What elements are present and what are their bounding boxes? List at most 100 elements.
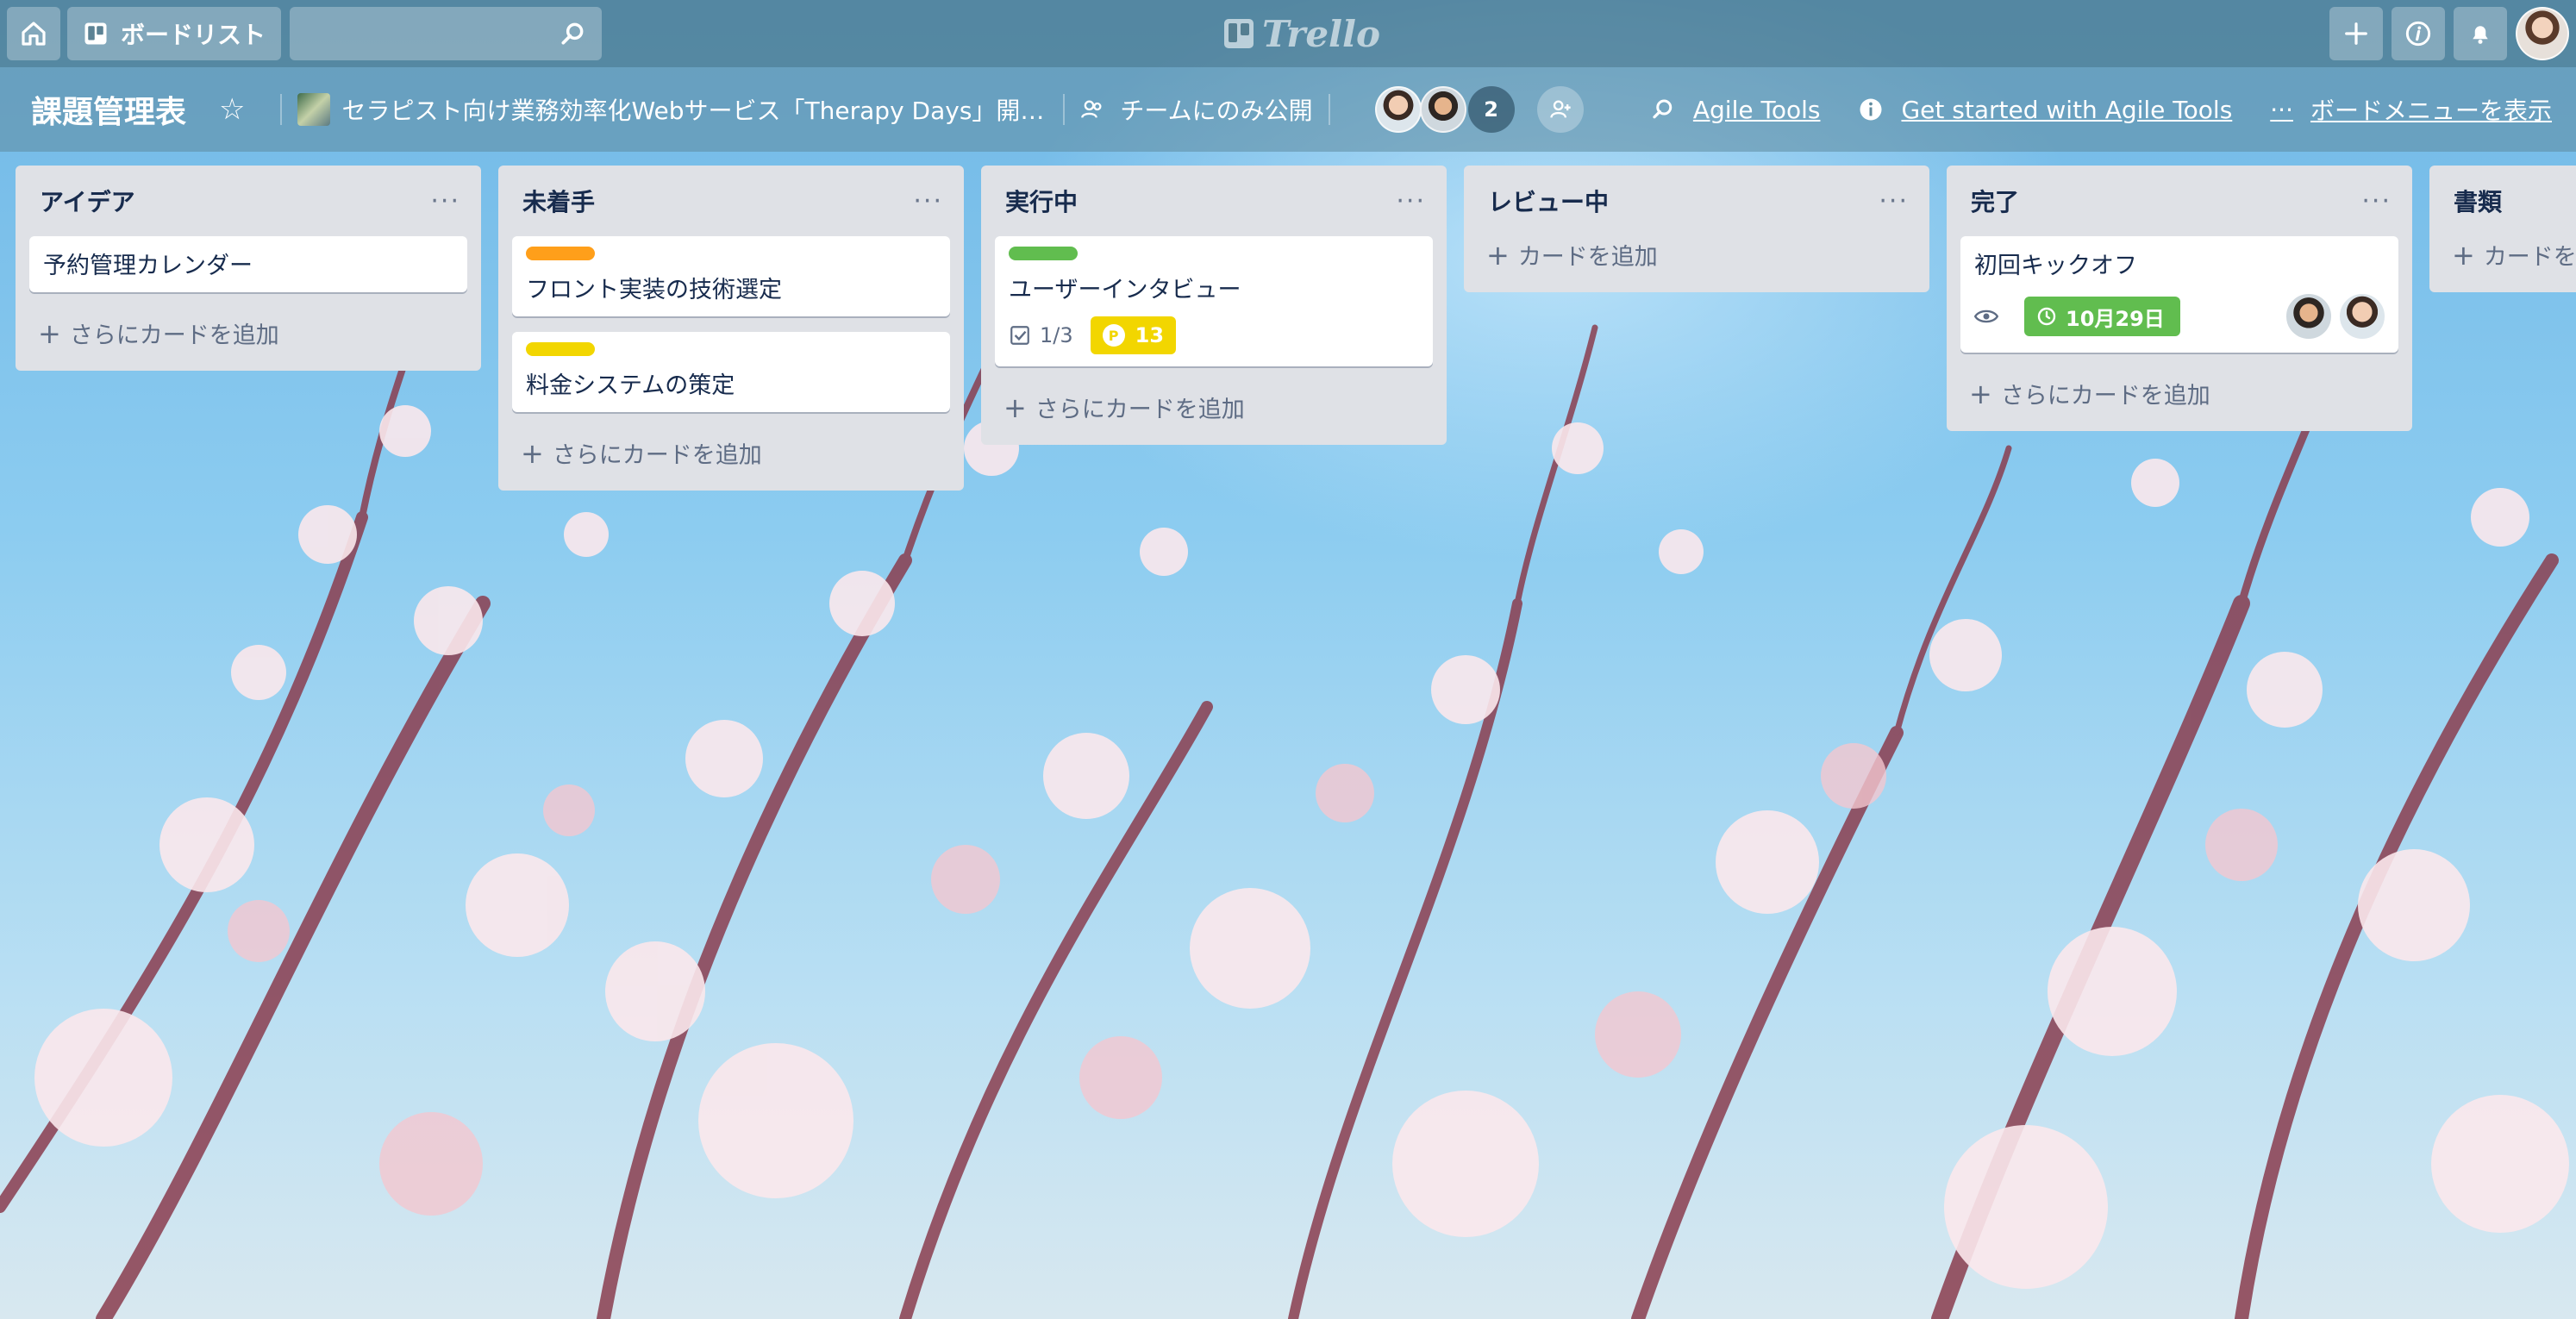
checklist-count: 1/3: [1040, 323, 1073, 347]
list-header[interactable]: レビュー中 ···: [1478, 166, 1916, 236]
list-menu-icon[interactable]: ···: [1396, 186, 1426, 216]
get-started-link[interactable]: Get started with Agile Tools: [1858, 96, 2232, 124]
board-header: 課題管理表 ☆ セラピスト向け業務効率化Webサービス「Therapy Days…: [0, 67, 2576, 152]
list-title[interactable]: 完了: [1971, 184, 2019, 218]
points-icon: P: [1102, 324, 1125, 347]
member-avatar[interactable]: [1419, 86, 1466, 133]
list-title[interactable]: レビュー中: [1488, 184, 1609, 218]
list-menu-icon[interactable]: ···: [2361, 186, 2392, 216]
more-icon: ···: [2270, 95, 2293, 124]
board-title[interactable]: 課題管理表: [31, 87, 186, 132]
card-badges: 1/3 P 13: [1009, 316, 1419, 354]
card-title: 初回キックオフ: [1974, 253, 2137, 279]
plus-icon: +: [1969, 377, 1992, 410]
create-button[interactable]: [2329, 7, 2383, 60]
add-card-button[interactable]: + カードを追加: [2443, 236, 2576, 280]
list-menu-icon[interactable]: ···: [430, 186, 460, 216]
visibility-label: チームにのみ公開: [1120, 97, 1313, 125]
trello-logo[interactable]: Trello: [1224, 10, 1380, 57]
add-member-icon: [1549, 100, 1571, 118]
card[interactable]: 予約管理カレンダー: [29, 236, 467, 292]
card[interactable]: 料金システムの策定: [512, 332, 950, 412]
due-date: 10月29日: [2066, 306, 2165, 331]
boards-icon: [84, 22, 107, 45]
list-title[interactable]: アイデア: [40, 184, 135, 218]
visibility-button[interactable]: チームにのみ公開: [1080, 92, 1313, 127]
agile-tools-button[interactable]: Agile Tools: [1650, 95, 1821, 124]
agile-tools-label: Agile Tools: [1692, 95, 1821, 124]
boards-button[interactable]: ボードリスト: [67, 7, 282, 60]
list-ideas: アイデア ··· 予約管理カレンダー + さらにカードを追加: [16, 166, 481, 371]
board-header-right: Agile Tools Get started with Agile Tools…: [1612, 67, 2552, 152]
board-members: 2: [1374, 86, 1584, 133]
list-menu-icon[interactable]: ···: [1879, 186, 1909, 216]
user-avatar[interactable]: [2516, 7, 2569, 60]
list-header[interactable]: 未着手 ···: [512, 166, 950, 236]
top-navigation-bar: ボードリスト Trello: [0, 0, 2576, 67]
list-header[interactable]: 実行中 ···: [995, 166, 1433, 236]
member-count[interactable]: 2: [1467, 86, 1515, 133]
list-header[interactable]: 書類: [2443, 166, 2562, 236]
watching-badge: [1974, 307, 2007, 326]
card-title: 予約管理カレンダー: [43, 253, 253, 279]
list-title[interactable]: 実行中: [1005, 184, 1078, 218]
add-card-button[interactable]: + さらにカードを追加: [1960, 368, 2398, 419]
story-points-badge: P 13: [1090, 316, 1177, 354]
list-done: 完了 ··· 初回キックオフ 10月29日 + さらにカードを追加: [1947, 166, 2412, 431]
divider: [1328, 94, 1330, 125]
list-menu-icon[interactable]: ···: [913, 186, 943, 216]
divider: [1063, 94, 1066, 125]
add-card-button[interactable]: + さらにカードを追加: [512, 428, 950, 478]
notifications-button[interactable]: [2454, 7, 2507, 60]
team-name[interactable]: セラピスト向け業務効率化Webサービス「Therapy Days」開…: [342, 92, 1045, 127]
member-avatar[interactable]: [1374, 86, 1422, 133]
due-date-badge[interactable]: 10月29日: [2024, 297, 2180, 336]
add-card-button[interactable]: + さらにカードを追加: [995, 382, 1433, 433]
card-title: フロント実装の技術選定: [526, 277, 782, 303]
eye-icon: [1974, 309, 1998, 323]
list-header[interactable]: 完了 ···: [1960, 166, 2398, 236]
card-title: 料金システムの策定: [526, 372, 735, 399]
card-label-green[interactable]: [1009, 247, 1078, 260]
add-card-label: さらにカードを追加: [1035, 397, 1245, 423]
invite-button[interactable]: [1536, 86, 1584, 133]
card-member-avatar[interactable]: [2338, 292, 2386, 341]
search-box[interactable]: [290, 7, 603, 60]
bell-icon: [2473, 26, 2488, 44]
plus-icon: [2345, 22, 2367, 45]
card-label-orange[interactable]: [526, 247, 595, 260]
story-points: 13: [1135, 323, 1165, 347]
add-card-label: カードを追加: [1517, 244, 1658, 271]
divider: [279, 94, 282, 125]
card[interactable]: フロント実装の技術選定: [512, 236, 950, 316]
card-member-avatar[interactable]: [2285, 292, 2333, 341]
get-started-label: Get started with Agile Tools: [1901, 95, 2233, 124]
checklist-icon: [1010, 326, 1029, 345]
list-title[interactable]: 書類: [2454, 184, 2502, 218]
list-header[interactable]: アイデア ···: [29, 166, 467, 236]
top-right-controls: [2329, 7, 2569, 60]
plus-icon: +: [38, 316, 61, 350]
search-input[interactable]: [290, 7, 603, 60]
board-menu-button[interactable]: ··· ボードメニューを表示: [2270, 92, 2552, 127]
add-card-button[interactable]: + さらにカードを追加: [29, 308, 467, 359]
list-title[interactable]: 未着手: [522, 184, 595, 218]
clock-icon: [2037, 307, 2056, 326]
home-button[interactable]: [7, 7, 60, 60]
card[interactable]: 初回キックオフ 10月29日: [1960, 236, 2398, 353]
search-agile-icon: [1653, 99, 1673, 119]
add-card-label: さらにカードを追加: [2000, 383, 2210, 409]
card[interactable]: ユーザーインタビュー 1/3 P 13: [995, 236, 1433, 366]
trello-logo-icon: [1224, 19, 1254, 48]
add-card-button[interactable]: + カードを追加: [1478, 236, 1916, 280]
info-circle-icon: [1860, 98, 1882, 121]
boards-label: ボードリスト: [121, 21, 266, 49]
card-label-yellow[interactable]: [526, 342, 595, 356]
search-icon[interactable]: [559, 20, 586, 47]
card-members: [2278, 292, 2386, 341]
team-thumbnail: [297, 93, 330, 126]
team-visibility-icon: [1081, 100, 1102, 118]
star-icon[interactable]: ☆: [219, 92, 245, 127]
information-button[interactable]: [2392, 7, 2445, 60]
home-icon: [22, 22, 46, 46]
